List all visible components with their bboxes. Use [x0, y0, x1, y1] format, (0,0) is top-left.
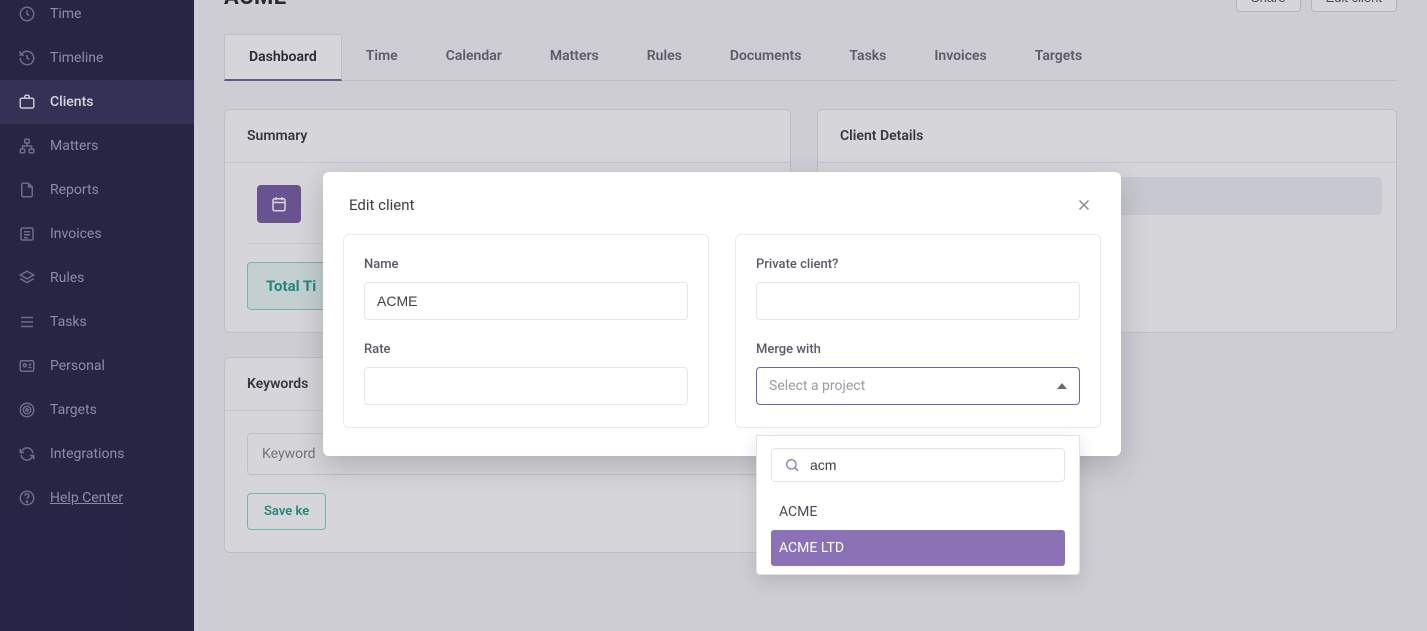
close-icon [1075, 196, 1093, 214]
edit-client-modal: Edit client Name Rate Private client? Me… [323, 172, 1121, 456]
private-label: Private client? [756, 257, 1080, 272]
search-icon [784, 457, 800, 473]
caret-up-icon [1057, 383, 1067, 389]
merge-select[interactable]: Select a project [756, 367, 1080, 405]
merge-placeholder: Select a project [769, 378, 865, 394]
name-input[interactable] [364, 282, 688, 320]
merge-label: Merge with [756, 342, 1080, 357]
rate-input[interactable] [364, 367, 688, 405]
modal-title: Edit client [349, 196, 414, 214]
merge-dropdown: ACME ACME LTD [756, 435, 1080, 575]
merge-search-input[interactable] [810, 457, 1052, 473]
modal-left-panel: Name Rate [343, 234, 709, 428]
private-input[interactable] [756, 282, 1080, 320]
name-label: Name [364, 257, 688, 272]
modal-close-button[interactable] [1073, 194, 1095, 216]
merge-option-highlight[interactable]: ACME LTD [771, 530, 1065, 566]
modal-right-panel: Private client? Merge with Select a proj… [735, 234, 1101, 428]
rate-label: Rate [364, 342, 688, 357]
merge-option[interactable]: ACME [771, 494, 1065, 530]
merge-search[interactable] [771, 448, 1065, 482]
